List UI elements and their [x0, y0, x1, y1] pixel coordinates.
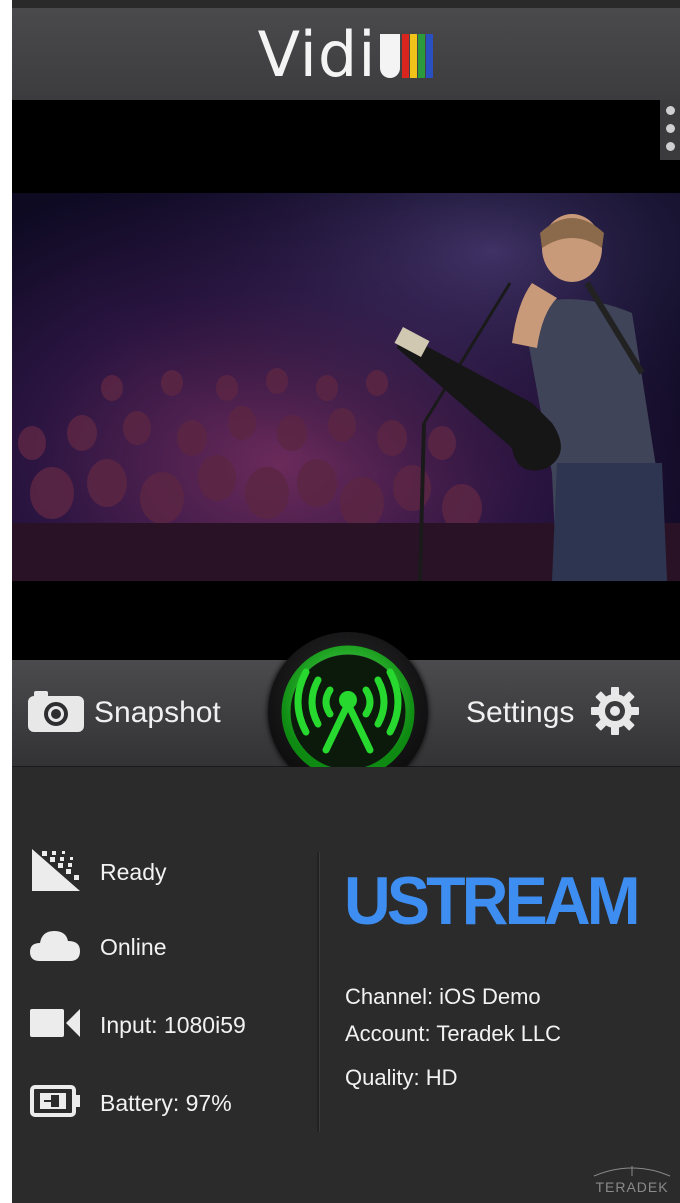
status-panel: Ready Online Input: 1080i59 Battery: 97%… [12, 767, 680, 1203]
gear-icon [590, 686, 640, 741]
settings-label: Settings [466, 696, 575, 729]
video-camera-icon [30, 1005, 82, 1046]
teradek-logo: TERADEK [590, 1164, 674, 1195]
logo-color-bars [380, 34, 434, 83]
signal-pattern-icon [30, 847, 82, 898]
status-battery-label: Battery: 97% [100, 1090, 232, 1116]
cloud-icon [30, 927, 82, 968]
status-input-label: Input: 1080i59 [100, 1012, 246, 1038]
video-preview[interactable] [12, 100, 680, 660]
logo-text: Vidi [257, 18, 377, 91]
live-camera-frame [12, 193, 680, 581]
status-online: Online [30, 927, 166, 968]
battery-plug-icon [30, 1083, 82, 1124]
camera-icon [26, 688, 86, 739]
channel-info: Channel: iOS Demo [345, 984, 541, 1009]
streaming-service-logo: USTREAM [344, 863, 641, 939]
panel-divider [317, 852, 320, 1132]
status-battery: Battery: 97% [30, 1083, 232, 1124]
status-input: Input: 1080i59 [30, 1005, 246, 1046]
teradek-wordmark: TERADEK [595, 1179, 669, 1195]
snapshot-button[interactable]: Snapshot [26, 660, 221, 766]
status-ready-label: Ready [100, 859, 167, 885]
quality-info: Quality: HD [345, 1065, 458, 1090]
vidiu-logo: Vidi [12, 20, 680, 90]
status-online-label: Online [100, 934, 167, 960]
app-header: Vidi [12, 8, 680, 100]
vidiu-app: Vidi Snapshot Settings Ready Online Inpu… [12, 0, 680, 1203]
snapshot-label: Snapshot [94, 696, 221, 729]
status-ready: Ready [30, 847, 166, 898]
settings-button[interactable]: Settings [466, 660, 640, 766]
more-vertical-icon[interactable] [660, 100, 680, 160]
account-info: Account: Teradek LLC [345, 1021, 562, 1046]
